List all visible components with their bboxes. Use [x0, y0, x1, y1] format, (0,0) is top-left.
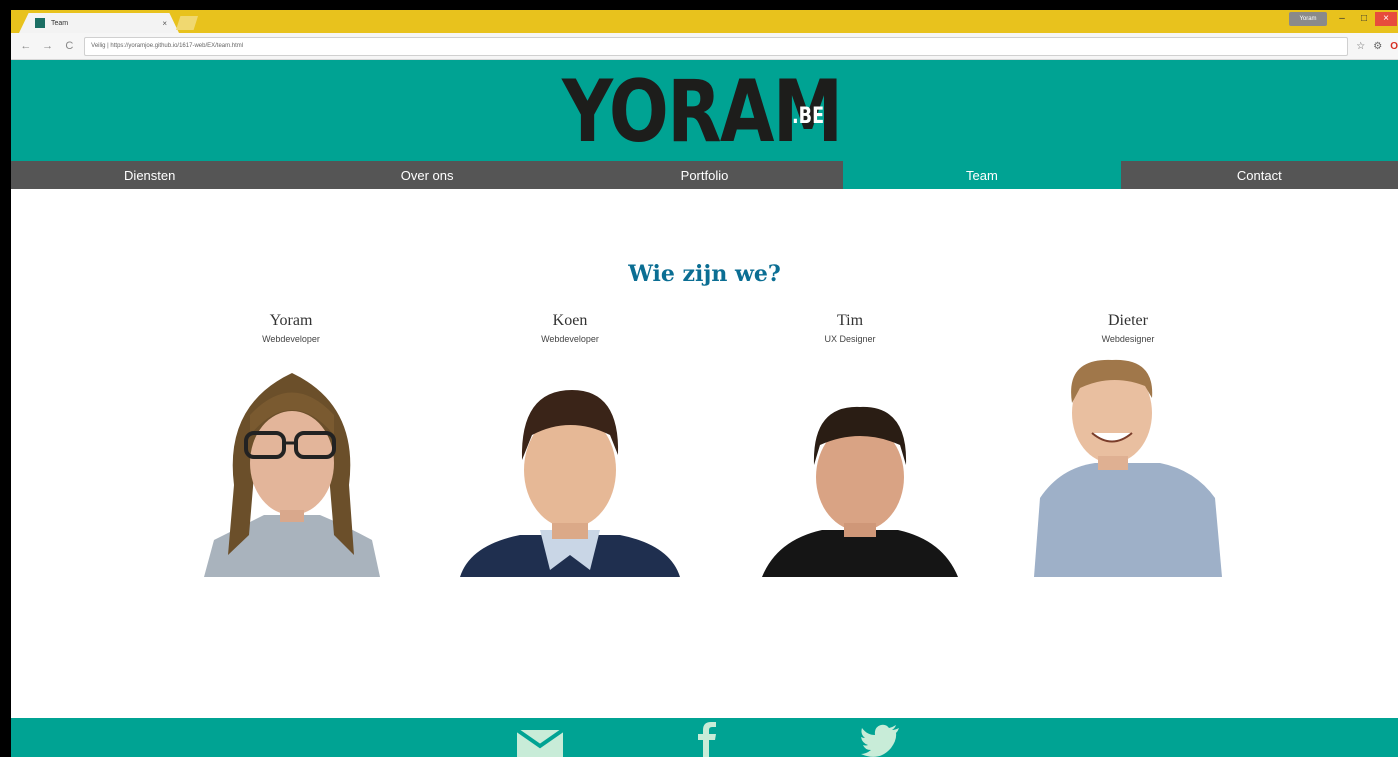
nav-item-team[interactable]: Team: [843, 161, 1121, 189]
back-icon[interactable]: ←: [19, 40, 33, 52]
member-role: Webdeveloper: [541, 334, 599, 344]
member-photo: [762, 406, 958, 577]
main-navigation: Diensten Over ons Portfolio Team Contact: [11, 161, 1398, 189]
maximize-button[interactable]: □: [1353, 12, 1375, 26]
page-title: Wie zijn we?: [628, 261, 781, 287]
tab-close-icon[interactable]: ×: [162, 19, 167, 28]
favicon-icon: [35, 18, 45, 28]
member-name: Koen: [552, 312, 588, 329]
nav-item-diensten[interactable]: Diensten: [11, 161, 288, 189]
site-footer: [11, 718, 1398, 757]
mail-icon[interactable]: [517, 726, 563, 757]
team-member-card: Yoram Webdeveloper: [171, 312, 411, 344]
minimize-button[interactable]: –: [1331, 12, 1353, 26]
member-name: Yoram: [269, 312, 313, 329]
screen-frame-left: [0, 0, 11, 757]
url-input[interactable]: Veilig | https://yoramjoe.github.io/1617…: [84, 36, 1349, 56]
member-name: Dieter: [1108, 312, 1148, 329]
team-member-card: Dieter Webdesigner: [1008, 312, 1248, 344]
member-role: UX Designer: [824, 334, 876, 344]
twitter-icon[interactable]: [861, 724, 899, 757]
forward-icon[interactable]: →: [41, 40, 55, 52]
member-photo: [204, 373, 380, 577]
member-role: Webdeveloper: [262, 334, 320, 344]
member-photo: [1034, 359, 1222, 577]
nav-item-portfolio[interactable]: Portfolio: [566, 161, 843, 189]
bookmark-star-icon[interactable]: ☆: [1356, 41, 1365, 52]
tab-title: Team: [51, 19, 69, 27]
reload-icon[interactable]: C: [62, 40, 76, 52]
window-close-button[interactable]: ×: [1375, 12, 1397, 26]
site-header: YORAM .BE: [11, 60, 1398, 161]
profile-button[interactable]: Yoram: [1289, 12, 1327, 26]
member-photo: [460, 390, 680, 577]
facebook-icon[interactable]: [695, 722, 719, 757]
team-member-card: Tim UX Designer: [730, 312, 970, 344]
opera-extension-icon[interactable]: O: [1390, 41, 1398, 52]
nav-item-contact[interactable]: Contact: [1121, 161, 1398, 189]
browser-tab[interactable]: Team ×: [19, 13, 179, 33]
nav-item-over-ons[interactable]: Over ons: [288, 161, 565, 189]
new-tab-button[interactable]: [176, 16, 198, 30]
site-logo-suffix: .BE: [792, 104, 825, 129]
member-role: Webdesigner: [1101, 334, 1155, 344]
browser-toolbar: ← → C Veilig | https://yoramjoe.github.i…: [11, 33, 1398, 60]
screen-frame-top: [0, 0, 1398, 10]
browser-tab-bar: Team × Yoram – □ ×: [11, 10, 1398, 33]
url-text: Veilig | https://yoramjoe.github.io/1617…: [91, 43, 244, 49]
team-member-card: Koen Webdeveloper: [450, 312, 690, 344]
extension-icon[interactable]: ⚙: [1373, 41, 1382, 52]
member-name: Tim: [836, 312, 864, 329]
